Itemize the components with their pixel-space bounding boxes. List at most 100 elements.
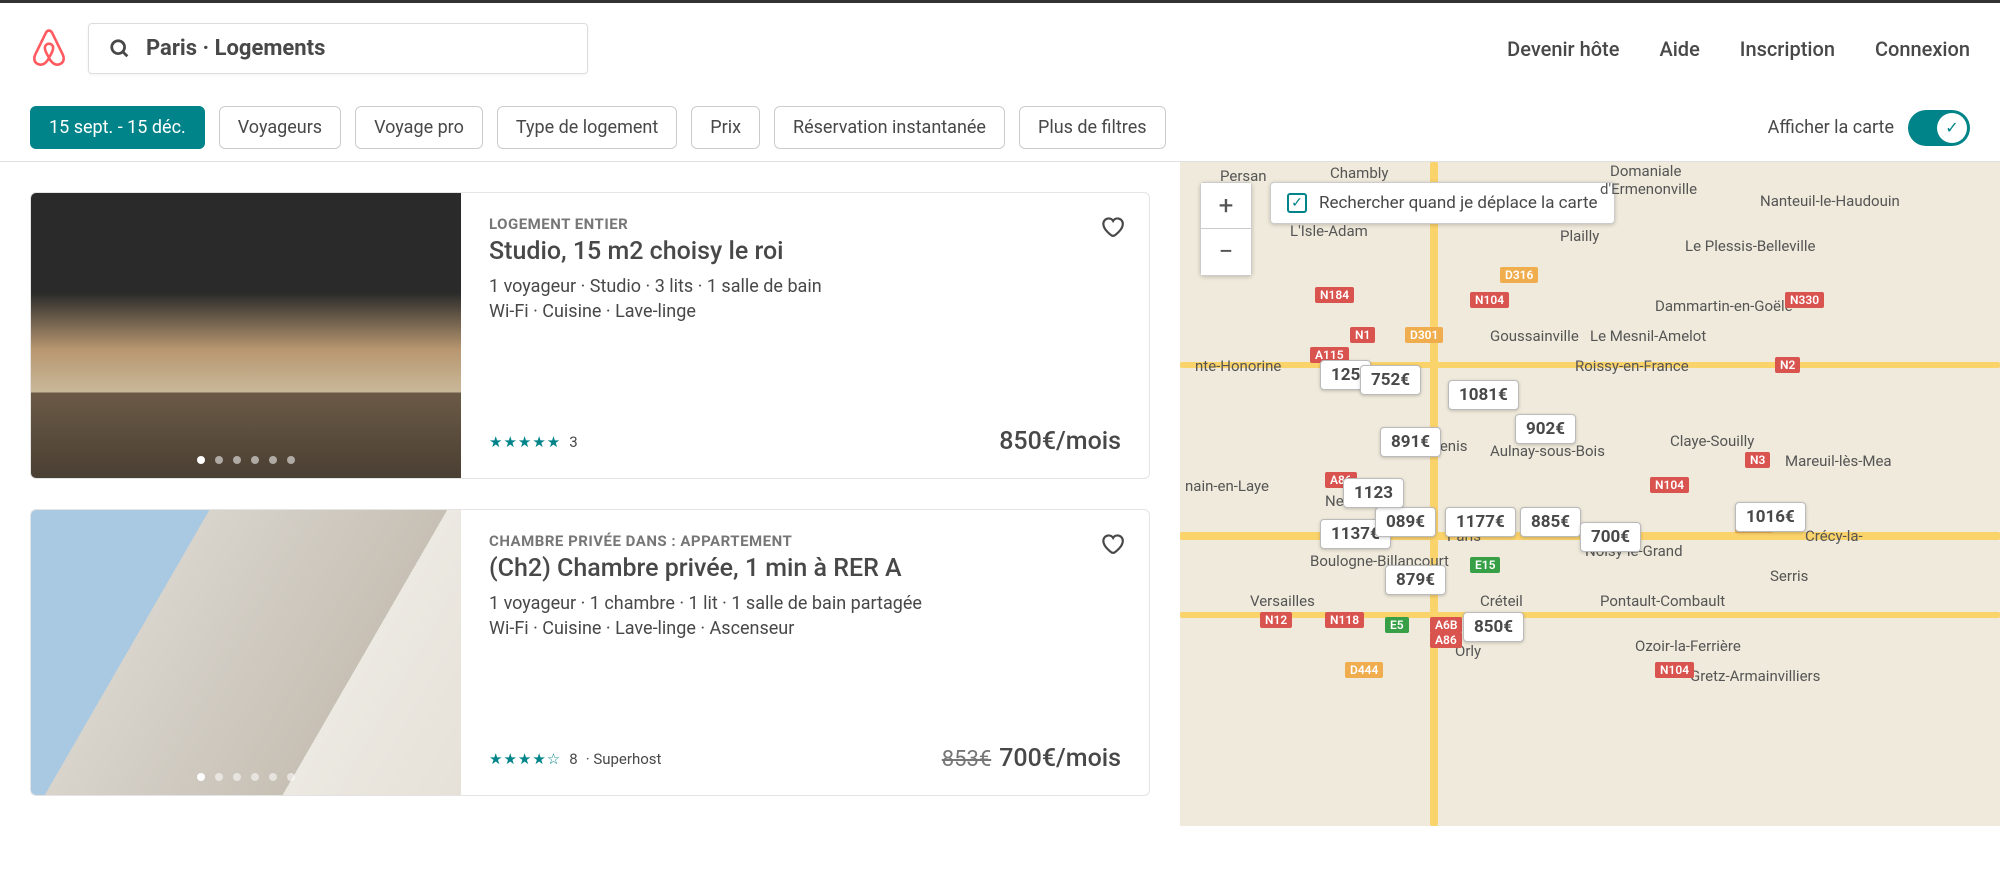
map-city-label: Versailles [1250,592,1315,610]
search-bar[interactable]: Paris · Logements [88,23,588,74]
map-city-label: Mareuil-lès-Mea [1785,452,1892,470]
zoom-out-button[interactable]: − [1201,229,1251,275]
map-price-pin[interactable]: 1016€ [1735,502,1806,532]
map-price-pin[interactable]: 1123 [1343,478,1404,508]
checkbox-icon[interactable]: ✓ [1287,193,1307,213]
listing-price: 850€/mois [999,427,1121,456]
airbnb-logo[interactable] [30,27,68,71]
superhost-badge: · Superhost [586,750,662,768]
map-search-label: Rechercher quand je déplace la carte [1319,193,1598,213]
listing-meta1: 1 voyageur · 1 chambre · 1 lit · 1 salle… [489,593,1121,614]
search-text: Paris · Logements [146,36,325,61]
map-road-tag: N330 [1785,292,1824,308]
listing-meta2: Wi-Fi · Cuisine · Lave-linge [489,301,1121,322]
photo-dots [197,773,295,781]
map-road-tag: A6B [1430,617,1462,633]
map-road-tag: E15 [1470,557,1500,573]
map-road-tag: N184 [1315,287,1354,303]
listing-price: 700€/mois [999,744,1121,773]
map-price-pin[interactable]: 885€ [1520,507,1581,537]
map-city-label: Claye-Souilly [1670,432,1754,450]
nav-signup[interactable]: Inscription [1740,37,1835,61]
map-city-label: Crécy-la- [1805,527,1863,545]
map-city-label: Le Plessis-Belleville [1685,237,1815,255]
show-map-label: Afficher la carte [1768,117,1894,138]
listing-body: CHAMBRE PRIVÉE DANS : APPARTEMENT (Ch2) … [461,510,1149,795]
filter-more[interactable]: Plus de filtres [1019,106,1166,149]
map-city-label: Le Mesnil-Amelot [1590,327,1706,345]
map-price-pin[interactable]: 902€ [1515,414,1576,444]
listing-type: LOGEMENT ENTIER [489,215,1121,233]
top-nav: Devenir hôte Aide Inscription Connexion [1507,37,1970,61]
map-city-label: Roissy-en-France [1575,357,1689,375]
map-road-tag: E5 [1385,617,1409,633]
header: Paris · Logements Devenir hôte Aide Insc… [0,0,2000,94]
nav-help[interactable]: Aide [1659,37,1699,61]
map-toggle-switch[interactable]: ✓ [1908,110,1970,146]
map-city-label: Pontault-Combault [1600,592,1725,610]
filters-bar: 15 sept. - 15 déc. Voyageurs Voyage pro … [0,94,2000,162]
filter-instant[interactable]: Réservation instantanée [774,106,1005,149]
map-road-tag: D301 [1405,327,1443,343]
map-price-pin[interactable]: 1177€ [1445,507,1516,537]
zoom-in-button[interactable]: + [1201,183,1251,229]
map-price-pin[interactable]: 879€ [1385,565,1446,595]
map-city-label: Créteil [1480,592,1523,610]
review-count: 3 [569,433,577,451]
map-road-tag: N104 [1470,292,1509,308]
stars-icon: ★★★★☆ [489,750,561,768]
map-city-label: L'Isle-Adam [1290,222,1368,240]
map-price-pin[interactable]: 1081€ [1448,380,1519,410]
listing-rating: ★★★★★ 3 [489,433,578,451]
listing-type: CHAMBRE PRIVÉE DANS : APPARTEMENT [489,532,1121,550]
listing-title: (Ch2) Chambre privée, 1 min à RER A [489,554,1121,583]
map-price-pin[interactable]: 089€ [1375,507,1436,537]
map-city-label: Nanteuil-le-Haudouin [1760,192,1900,210]
map-road-tag: N104 [1655,662,1694,678]
filter-home-type[interactable]: Type de logement [497,106,677,149]
map-price-pin[interactable]: 891€ [1380,427,1441,457]
map-search-on-move[interactable]: ✓ Rechercher quand je déplace la carte [1270,182,1615,224]
map-price-pin[interactable]: 752€ [1360,365,1421,395]
map-price-pin[interactable]: 850€ [1463,612,1524,642]
listing-meta1: 1 voyageur · Studio · 3 lits · 1 salle d… [489,276,1121,297]
search-icon [109,38,131,60]
nav-host[interactable]: Devenir hôte [1507,37,1619,61]
filter-price[interactable]: Prix [691,106,760,149]
map-road-tag: N2 [1775,357,1800,373]
filter-dates[interactable]: 15 sept. - 15 déc. [30,106,205,149]
listing-card[interactable]: CHAMBRE PRIVÉE DANS : APPARTEMENT (Ch2) … [30,509,1150,796]
listing-photo[interactable] [31,510,461,795]
map-road-tag: N12 [1260,612,1292,628]
check-icon: ✓ [1937,113,1967,143]
nav-login[interactable]: Connexion [1875,37,1970,61]
listing-old-price: 853€ [942,747,991,772]
wishlist-heart-icon[interactable] [1099,213,1125,243]
map-road-tag: D316 [1500,267,1538,283]
map-panel[interactable]: + − ✓ Rechercher quand je déplace la car… [1180,162,2000,826]
listing-photo[interactable] [31,193,461,478]
map-city-label: Domaniale [1610,162,1681,180]
show-map-toggle: Afficher la carte ✓ [1768,110,1970,146]
stars-icon: ★★★★★ [489,433,561,451]
wishlist-heart-icon[interactable] [1099,530,1125,560]
map-city-label: Aulnay-sous-Bois [1490,442,1605,460]
listing-meta2: Wi-Fi · Cuisine · Lave-linge · Ascenseur [489,618,1121,639]
map-road-tag: N1 [1350,327,1375,343]
listing-card[interactable]: LOGEMENT ENTIER Studio, 15 m2 choisy le … [30,192,1150,479]
photo-dots [197,456,295,464]
content: LOGEMENT ENTIER Studio, 15 m2 choisy le … [0,162,2000,826]
map-city-label: nte-Honorine [1195,357,1281,375]
map-road-tag: D444 [1345,662,1383,678]
review-count: 8 [569,750,577,768]
filter-trip-pro[interactable]: Voyage pro [355,106,483,149]
listings-panel: LOGEMENT ENTIER Studio, 15 m2 choisy le … [0,162,1180,826]
map-city-label: Plailly [1560,227,1599,245]
map-city-label: d'Ermenonville [1600,180,1697,198]
map-city-label: Serris [1770,567,1808,585]
map-city-label: Gretz-Armainvilliers [1690,667,1820,685]
filter-guests[interactable]: Voyageurs [219,106,341,149]
map-price-pin[interactable]: 700€ [1580,522,1641,552]
map-road-tag: N104 [1650,477,1689,493]
listing-body: LOGEMENT ENTIER Studio, 15 m2 choisy le … [461,193,1149,478]
